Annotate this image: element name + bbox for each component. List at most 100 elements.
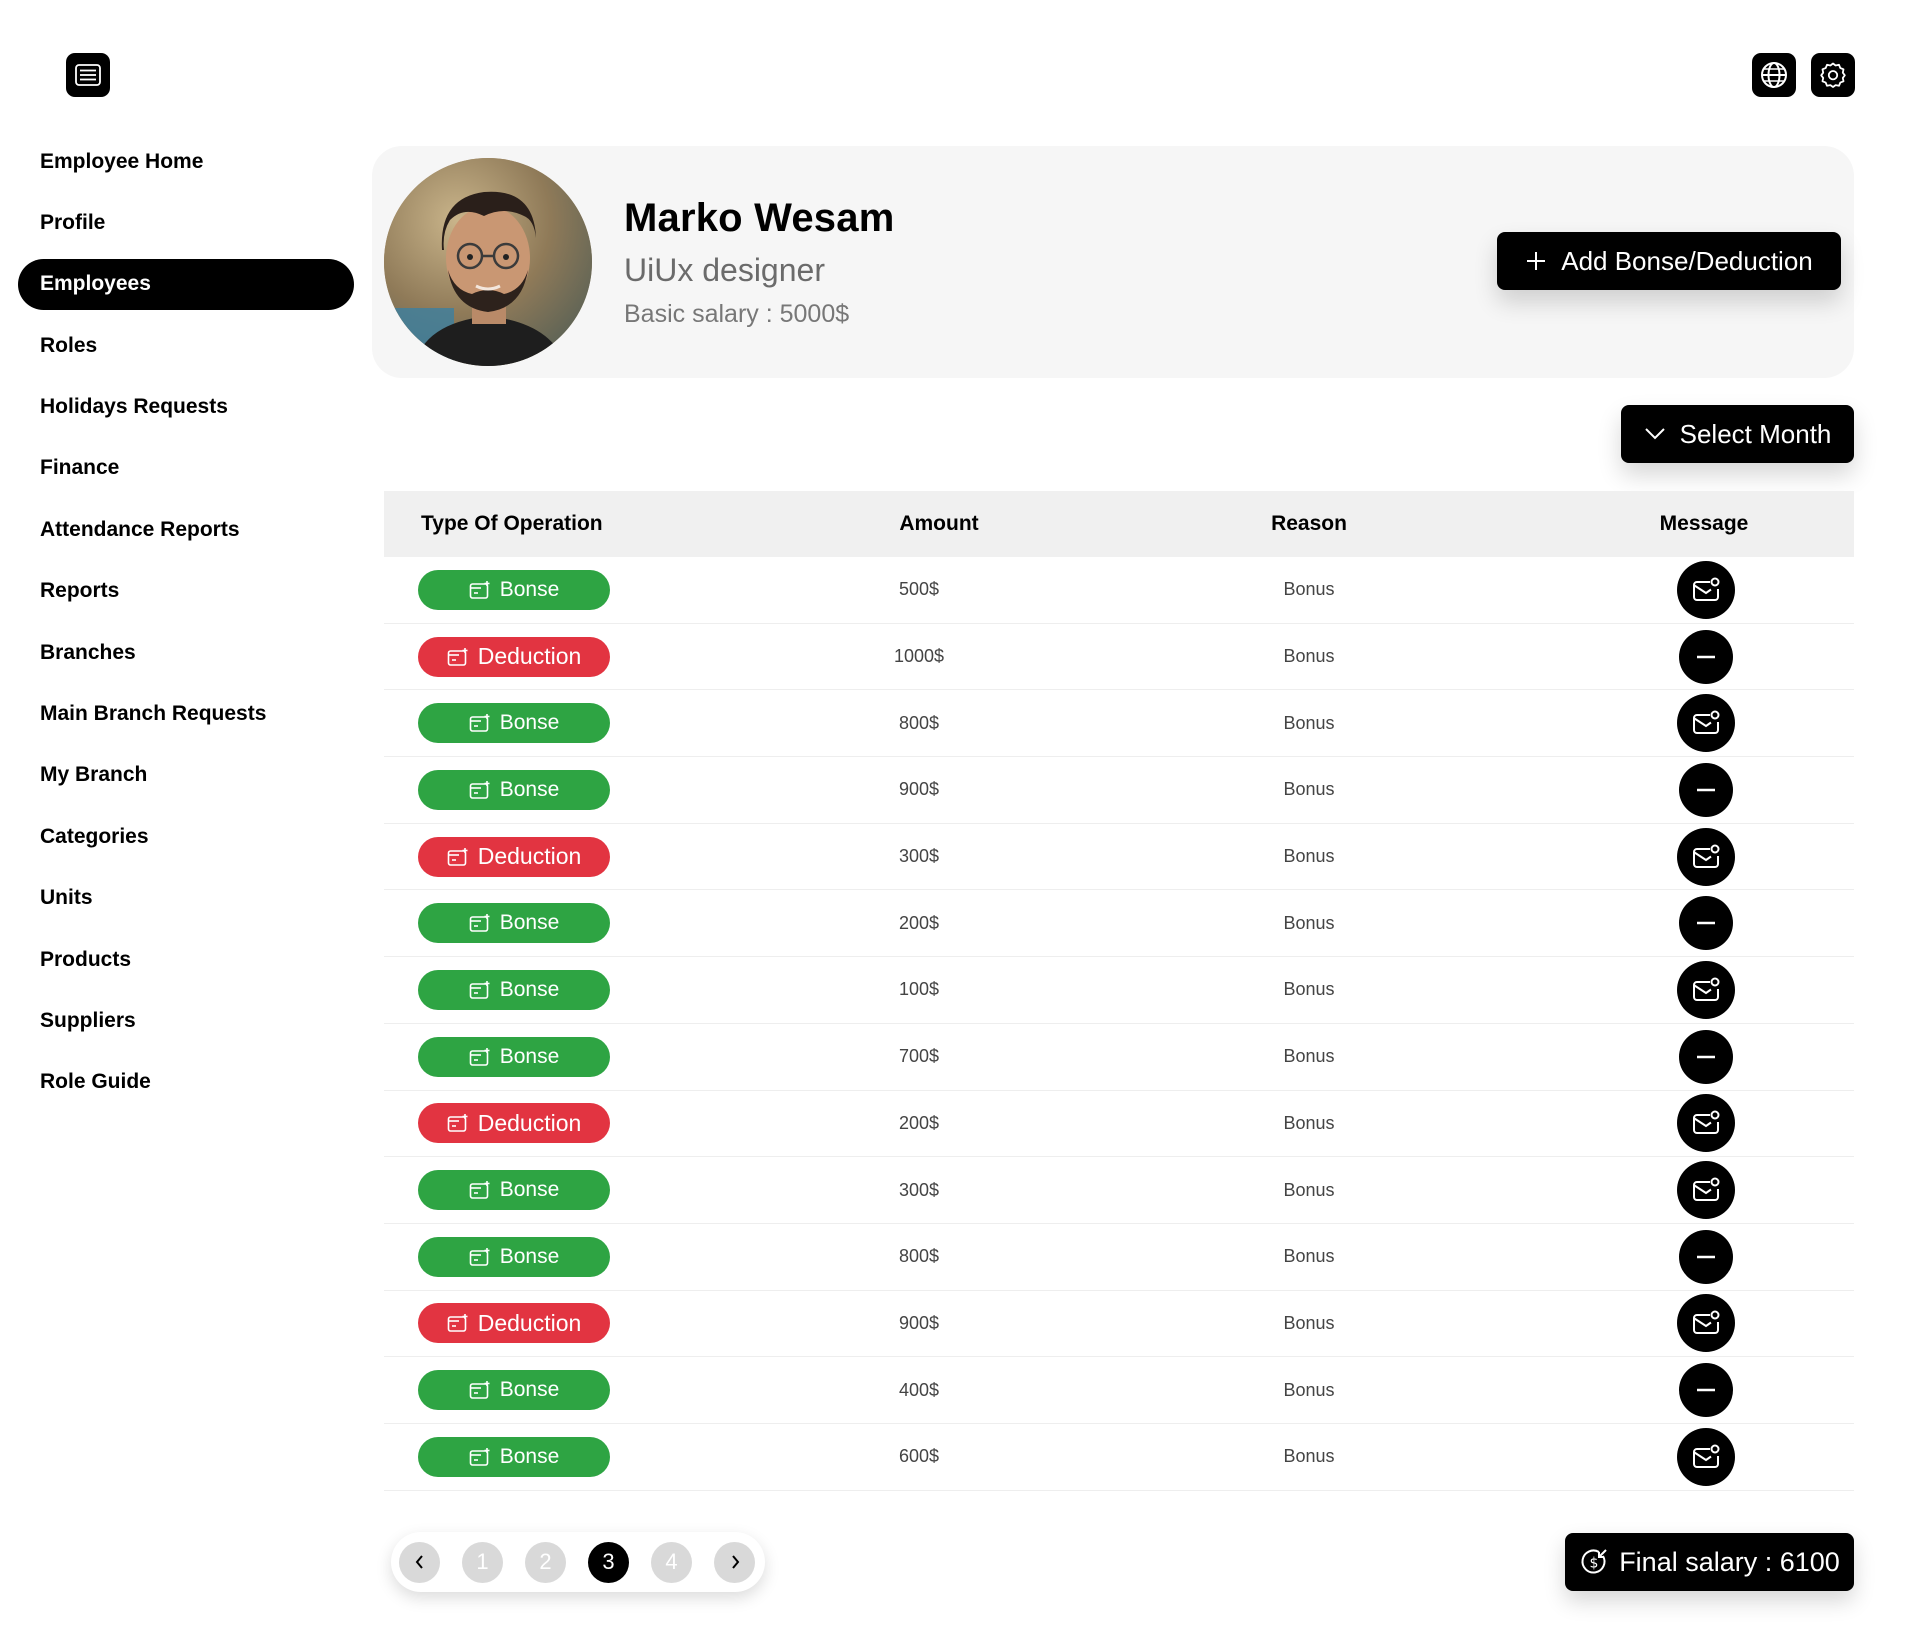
- operation-type-badge[interactable]: Deduction: [418, 636, 610, 677]
- operation-type-badge[interactable]: Deduction: [418, 1303, 610, 1344]
- final-salary-text: Final salary : 6100: [1619, 1546, 1840, 1577]
- message-button[interactable]: [1677, 1161, 1735, 1220]
- add-bonse-deduction-button[interactable]: Add Bonse/Deduction: [1497, 232, 1841, 290]
- operation-type-badge[interactable]: Bonse: [418, 1436, 610, 1477]
- operation-type-label: Bonse: [499, 1044, 560, 1068]
- amount-cell: 800$: [898, 712, 940, 733]
- operation-type-badge[interactable]: Bonse: [418, 1036, 610, 1077]
- operation-type-badge[interactable]: Bonse: [418, 903, 610, 944]
- operation-cell: Bonse: [384, 1036, 774, 1077]
- sidebar-item-my-branch[interactable]: My Branch: [18, 750, 354, 801]
- menu-icon: [75, 64, 101, 86]
- message-button[interactable]: [1677, 960, 1735, 1019]
- wallet-icon: [447, 1314, 468, 1333]
- operation-type-badge[interactable]: Bonse: [418, 769, 610, 810]
- svg-text:$: $: [1590, 1556, 1599, 1572]
- sidebar-item-roles[interactable]: Roles: [18, 320, 354, 371]
- operation-type-badge[interactable]: Bonse: [418, 969, 610, 1010]
- sidebar-item-employee-home[interactable]: Employee Home: [18, 136, 354, 187]
- sidebar-item-categories[interactable]: Categories: [18, 811, 354, 862]
- reason-cell: Bonus: [1283, 1046, 1335, 1067]
- operation-type-label: Bonse: [499, 1444, 560, 1468]
- sidebar-item-main-branch-requests[interactable]: Main Branch Requests: [18, 689, 354, 740]
- amount-cell: 700$: [898, 1046, 940, 1067]
- message-button[interactable]: [1677, 1427, 1735, 1486]
- sidebar-item-reports[interactable]: Reports: [18, 566, 354, 617]
- reason-cell: Bonus: [1283, 1379, 1335, 1400]
- sidebar-item-suppliers[interactable]: Suppliers: [18, 995, 354, 1046]
- message-cell: [1554, 629, 1854, 684]
- no-message-button[interactable]: [1679, 1229, 1733, 1284]
- amount-cell: 900$: [898, 1312, 940, 1333]
- sidebar-item-holidays-requests[interactable]: Holidays Requests: [18, 382, 354, 433]
- sidebar-item-products[interactable]: Products: [18, 934, 354, 985]
- add-button-label: Add Bonse/Deduction: [1561, 245, 1813, 276]
- no-message-button[interactable]: [1679, 1029, 1733, 1084]
- sidebar-item-branches[interactable]: Branches: [18, 627, 354, 678]
- message-cell: [1554, 1029, 1854, 1084]
- mail-icon: [1693, 1177, 1720, 1202]
- message-cell: [1554, 960, 1854, 1019]
- sidebar-item-finance[interactable]: Finance: [18, 443, 354, 494]
- table-row: Bonse 100$ Bonus: [384, 957, 1854, 1024]
- operation-type-badge[interactable]: Bonse: [418, 1370, 610, 1411]
- message-cell: [1554, 1094, 1854, 1153]
- mail-icon: [1693, 710, 1720, 735]
- reason-cell: Bonus: [1283, 912, 1335, 933]
- amount-cell: 400$: [898, 1379, 940, 1400]
- message-button[interactable]: [1677, 694, 1735, 753]
- operation-cell: Bonse: [384, 1236, 774, 1277]
- table-row: Deduction 900$ Bonus: [384, 1291, 1854, 1358]
- select-month-button[interactable]: Select Month: [1621, 405, 1854, 463]
- menu-button[interactable]: [66, 53, 110, 97]
- message-button[interactable]: [1677, 560, 1735, 619]
- no-message-button[interactable]: [1679, 896, 1733, 951]
- header-reason: Reason: [1271, 512, 1347, 535]
- reason-cell: Bonus: [1283, 1112, 1335, 1133]
- page-button-3[interactable]: 3: [588, 1541, 629, 1583]
- operation-type-badge[interactable]: Bonse: [418, 1236, 610, 1277]
- sidebar-item-units[interactable]: Units: [18, 873, 354, 924]
- operation-type-badge[interactable]: Deduction: [418, 836, 610, 877]
- message-button[interactable]: [1677, 1094, 1735, 1153]
- prev-page-button[interactable]: [399, 1541, 440, 1583]
- wallet-icon: [469, 914, 490, 933]
- sidebar-item-attendance-reports[interactable]: Attendance Reports: [18, 504, 354, 555]
- operation-type-badge[interactable]: Bonse: [418, 569, 610, 610]
- reason-cell: Bonus: [1283, 1246, 1335, 1267]
- message-cell: [1554, 560, 1854, 619]
- page-button-4[interactable]: 4: [651, 1541, 692, 1583]
- sidebar-item-profile[interactable]: Profile: [18, 197, 354, 248]
- next-page-button[interactable]: [714, 1541, 755, 1583]
- message-button[interactable]: [1677, 1294, 1735, 1353]
- wallet-icon: [469, 1447, 490, 1466]
- operation-type-badge[interactable]: Deduction: [418, 1103, 610, 1144]
- operation-type-label: Deduction: [477, 843, 582, 870]
- message-button[interactable]: [1677, 827, 1735, 886]
- settings-button[interactable]: [1811, 53, 1855, 97]
- wallet-icon: [469, 780, 490, 799]
- no-message-button[interactable]: [1679, 629, 1733, 684]
- mail-icon: [1693, 977, 1720, 1001]
- page-button-1[interactable]: 1: [462, 1541, 503, 1583]
- message-cell: [1554, 1294, 1854, 1353]
- no-message-button[interactable]: [1679, 1363, 1733, 1418]
- sidebar-item-role-guide[interactable]: Role Guide: [18, 1057, 354, 1108]
- table-row: Bonse 800$ Bonus: [384, 690, 1854, 758]
- no-message-button[interactable]: [1679, 762, 1733, 817]
- operation-type-badge[interactable]: Bonse: [418, 1170, 610, 1211]
- operations-table: Type Of Operation Amount Reason Message …: [384, 491, 1854, 1491]
- language-button[interactable]: [1752, 53, 1796, 97]
- table-row: Bonse 800$ Bonus: [384, 1224, 1854, 1291]
- message-cell: [1554, 762, 1854, 817]
- profile-card: Marko Wesam UiUx designer Basic salary :…: [372, 146, 1854, 378]
- page-button-2[interactable]: 2: [525, 1541, 566, 1583]
- amount-cell: 300$: [898, 846, 940, 867]
- operation-type-label: Bonse: [499, 1378, 560, 1402]
- sidebar-item-employees[interactable]: Employees: [18, 258, 354, 310]
- message-cell: [1554, 1161, 1854, 1220]
- operation-cell: Bonse: [384, 903, 774, 944]
- operation-type-badge[interactable]: Bonse: [418, 703, 610, 744]
- minus-icon: [1697, 1055, 1715, 1058]
- operation-cell: Bonse: [384, 1170, 774, 1211]
